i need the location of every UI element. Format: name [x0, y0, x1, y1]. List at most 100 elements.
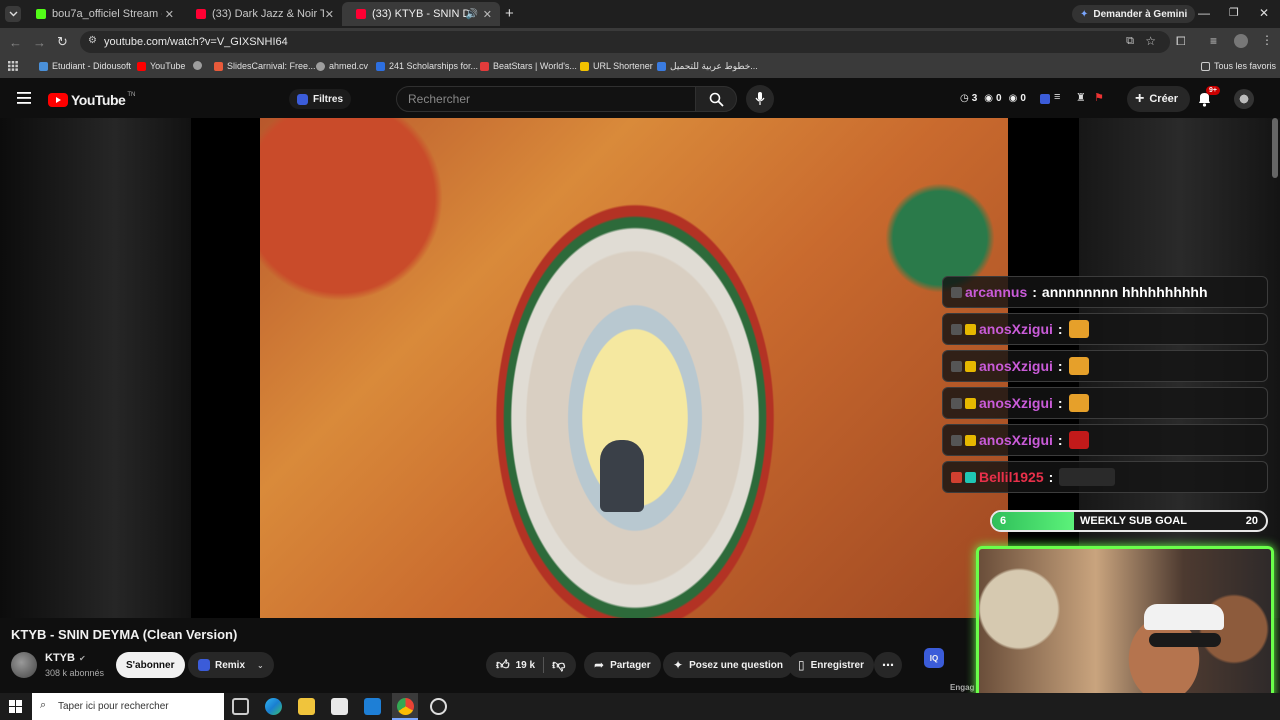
all-bookmarks[interactable]: Tous les favoris: [1201, 61, 1276, 71]
iq-extension-icon[interactable]: [1040, 94, 1050, 104]
like-button[interactable]: 👍︎ 19 k: [496, 657, 535, 673]
site-info-icon[interactable]: ⚙: [88, 35, 97, 46]
bookmark-slidescarnival[interactable]: SlidesCarnival: Free...: [214, 61, 316, 71]
close-window-button[interactable]: ✕: [1259, 6, 1269, 20]
dislike-button[interactable]: 👎︎: [552, 657, 565, 673]
gift-icon: [951, 471, 962, 483]
subscribe-label: S'abonner: [126, 659, 175, 671]
install-icon[interactable]: ⧉: [1126, 35, 1134, 48]
filters-button[interactable]: Filtres: [289, 89, 352, 109]
notifications-button[interactable]: 9+: [1197, 86, 1220, 107]
chat-username: anosXzigui: [979, 432, 1053, 448]
tab-ktyb-video[interactable]: (33) KTYB - SNIN DEYMA (C 🔊 ✕: [342, 2, 500, 26]
stat-value: 0: [996, 93, 1002, 104]
forward-button[interactable]: →: [33, 35, 46, 50]
goal-target: 20: [1245, 515, 1258, 527]
search-icon: [709, 92, 724, 107]
save-button[interactable]: ▯ Enregistrer: [788, 652, 874, 678]
bookmark-youtube[interactable]: YouTube: [137, 61, 185, 71]
channel-name-row[interactable]: KTYB ✔: [45, 652, 86, 664]
bookmark-icon: ▯: [798, 658, 805, 672]
channel-avatar[interactable]: [11, 652, 37, 678]
close-icon[interactable]: ✕: [165, 8, 174, 21]
chrome-taskbar-item[interactable]: [392, 693, 418, 720]
bookmark-ahmed-cv[interactable]: ahmed.cv: [316, 61, 368, 71]
bookmark-star-icon[interactable]: ☆: [1145, 34, 1156, 48]
crown-icon: [965, 323, 976, 335]
tab-search-button[interactable]: [5, 6, 21, 22]
media-control-icon[interactable]: ≡: [1210, 34, 1217, 48]
gemini-button[interactable]: ✦ Demander à Gemini: [1072, 5, 1196, 23]
goal-label: WEEKLY SUB GOAL: [1080, 515, 1187, 527]
bookmark-favicon: [214, 61, 223, 71]
like-count: 19 k: [515, 659, 536, 671]
minimize-button[interactable]: —: [1198, 6, 1210, 20]
bookmark-favicon: [480, 61, 489, 71]
ask-question-button[interactable]: ✦ Posez une question: [663, 652, 793, 678]
lines-icon[interactable]: ≡: [1054, 91, 1060, 103]
profile-avatar[interactable]: [1234, 34, 1248, 48]
mail-icon[interactable]: [364, 698, 381, 715]
create-button[interactable]: + Créer: [1127, 86, 1191, 112]
extension-stats[interactable]: ◷ 3 ◉ 0 ◉ 0: [960, 93, 1026, 104]
page-scrollbar[interactable]: [1272, 118, 1278, 178]
subscribe-button[interactable]: S'abonner: [116, 652, 185, 678]
bookmark-arabic-fonts[interactable]: خطوط عربية للتحميل...: [657, 61, 758, 72]
bookmark-url-shortener[interactable]: URL Shortener: [580, 61, 653, 71]
filter-iq-icon: [297, 93, 308, 105]
account-avatar[interactable]: [1234, 89, 1254, 109]
chat-username: arcannus: [965, 284, 1028, 300]
extensions-icon[interactable]: ⧠: [1176, 34, 1186, 49]
bookmark-globe[interactable]: [193, 61, 206, 70]
bookmark-scholarships[interactable]: 241 Scholarships for...: [376, 61, 478, 71]
folder-icon: [580, 61, 589, 71]
bookmark-label: BeatStars | World's...: [493, 61, 577, 71]
tab-label: bou7a_officiel Stream - Watch !: [52, 8, 162, 20]
task-view-icon[interactable]: [232, 698, 249, 715]
windows-start-icon[interactable]: [9, 700, 22, 713]
search-icon: ⌕: [40, 699, 47, 711]
tab-label: (33) Dark Jazz & Noir Trip-Hop: [212, 8, 324, 20]
chat-message: anosXzigui :: [942, 350, 1268, 382]
search-button[interactable]: [695, 86, 737, 112]
tab-kick-stream[interactable]: bou7a_officiel Stream - Watch ! ✕: [22, 2, 182, 26]
address-bar[interactable]: ⚙ youtube.com/watch?v=V_GIXSNHI64 ⧉ ☆: [80, 31, 1170, 53]
share-button[interactable]: ➦ Partager: [584, 652, 661, 678]
alert-icon[interactable]: ⚑: [1094, 91, 1104, 104]
apps-icon[interactable]: [8, 61, 18, 71]
bookmarks-bar: Etudiant - Didousoft YouTube SlidesCarni…: [0, 56, 1280, 78]
store-icon[interactable]: [331, 698, 348, 715]
maximize-button[interactable]: ❐: [1229, 6, 1239, 19]
reload-button[interactable]: ↻: [57, 34, 68, 50]
search-placeholder: Rechercher: [408, 92, 471, 106]
obs-icon[interactable]: [430, 698, 447, 715]
file-explorer-icon[interactable]: [298, 698, 315, 715]
more-icon: ⋯: [882, 658, 894, 672]
gemini-icon: ✦: [1080, 8, 1089, 20]
chat-message: anosXzigui :: [942, 424, 1268, 456]
trophy-icon[interactable]: ♜: [1076, 91, 1086, 104]
close-icon[interactable]: ✕: [325, 8, 334, 21]
tab-dark-jazz[interactable]: (33) Dark Jazz & Noir Trip-Hop ✕: [182, 2, 342, 26]
voice-search-button[interactable]: [746, 85, 774, 113]
menu-icon[interactable]: ⋮: [1261, 33, 1273, 47]
youtube-logo[interactable]: YouTube TN: [48, 92, 135, 108]
bookmark-beatstars[interactable]: BeatStars | World's...: [480, 61, 577, 71]
chat-username: anosXzigui: [979, 395, 1053, 411]
speaker-icon[interactable]: 🔊: [466, 9, 478, 20]
verified-icon: ✔: [78, 653, 86, 663]
remix-button[interactable]: Remix ⌄: [188, 652, 274, 678]
plus-icon: +: [1135, 90, 1145, 107]
emote-icon: [1068, 394, 1089, 412]
back-button[interactable]: ←: [9, 35, 22, 50]
close-icon[interactable]: ✕: [483, 8, 492, 21]
bookmark-didousoft[interactable]: Etudiant - Didousoft: [39, 61, 131, 71]
hamburger-menu-icon[interactable]: [17, 92, 31, 104]
taskbar-search-input[interactable]: ⌕ Taper ici pour rechercher: [32, 693, 224, 720]
more-actions-button[interactable]: ⋯: [874, 652, 902, 678]
edge-icon[interactable]: [265, 698, 282, 715]
iq-panel-icon[interactable]: IQ: [924, 648, 944, 668]
search-input[interactable]: Rechercher: [396, 86, 696, 112]
stat-value: 0: [1020, 93, 1026, 104]
new-tab-button[interactable]: +: [505, 5, 514, 22]
